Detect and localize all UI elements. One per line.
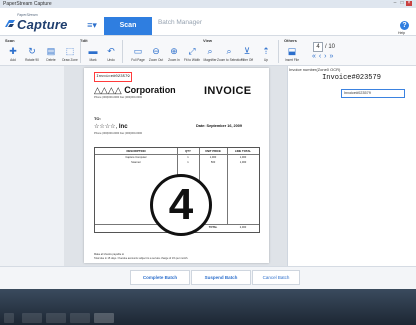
table-header: LINE TOTAL <box>234 149 252 153</box>
complete-batch-button[interactable]: Complete Batch <box>130 270 190 285</box>
table-cell: Capture Computer <box>125 156 147 159</box>
toolbar-divider <box>278 40 279 63</box>
invoice-date: Date: September 16, 2009 <box>196 124 243 128</box>
magnifier-icon: ⌕ <box>207 46 213 56</box>
up-icon: ⇡ <box>262 46 270 56</box>
fit-width-icon: ⤢ <box>188 46 196 56</box>
table-cell: 1,000 <box>209 156 217 159</box>
company-phone: Phone (000)000-0000 Fax (000)000-0000 <box>94 96 143 99</box>
ribbon-toolbar: Scan Edit View Others ✚ Add ↻ Rotate 90 … <box>0 36 416 66</box>
total-value: 2,000 <box>239 226 247 229</box>
cancel-batch-button[interactable]: Cancel Batch <box>252 270 300 285</box>
table-cell: Scanner <box>131 161 141 164</box>
group-label-edit: Edit <box>80 38 88 43</box>
payment-notes: Make all checks payable to Total due in … <box>94 253 189 260</box>
tab-scan[interactable]: Scan <box>104 17 152 35</box>
insert-file-icon: ⬓ <box>287 46 297 56</box>
rotate-icon: ↻ <box>28 46 36 56</box>
prev-page-icon[interactable]: ‹ <box>319 53 322 60</box>
page-number-input[interactable]: 4 <box>313 42 323 52</box>
taskbar-app[interactable] <box>46 313 66 323</box>
triangle-logo-icon: △△△△ <box>94 85 125 95</box>
draw-zone-button[interactable]: ⬚ Draw Zone <box>61 46 79 64</box>
document-page[interactable]: Invoice#023579 △△△△ Corporation Phone (0… <box>84 68 269 283</box>
table-header: UNIT PRICE <box>205 149 221 153</box>
customer-phone: Phone (000)000-0000 Fax (000)000-0000 <box>94 132 143 135</box>
undo-button[interactable]: ↶ Undo <box>102 46 120 64</box>
os-taskbar <box>0 289 416 325</box>
table-cell: 500 <box>210 161 216 164</box>
taskbar-app[interactable] <box>22 313 42 323</box>
first-page-icon[interactable]: « <box>312 53 316 60</box>
company-name: △△△△ Corporation <box>94 85 176 95</box>
close-icon[interactable]: × <box>406 1 412 6</box>
up-button[interactable]: ⇡ Up <box>257 46 275 64</box>
logo-mark-icon <box>5 20 15 27</box>
taskbar-app[interactable] <box>70 313 90 323</box>
last-page-icon[interactable]: » <box>329 53 333 60</box>
help-label: Help <box>398 31 406 35</box>
start-button[interactable] <box>4 313 14 323</box>
tab-batch-manager[interactable]: Batch Manager <box>156 16 204 36</box>
suspend-batch-button[interactable]: Suspend Batch <box>191 270 251 285</box>
ocr-preview: Invoice#023579 <box>322 74 381 82</box>
table-cell: 1,000 <box>239 161 247 164</box>
table-cell: 1,000 <box>239 156 247 159</box>
to-label: TO: <box>94 116 101 121</box>
undo-icon: ↶ <box>107 46 115 56</box>
invoice-title: INVOICE <box>204 85 252 97</box>
page-navigation: « ‹ › » <box>312 53 334 60</box>
system-tray <box>350 313 410 323</box>
app-header: PaperStream Capture ≡▾ Scan Batch Manage… <box>0 8 416 36</box>
zoom-selection-icon: ⌕ <box>226 46 232 56</box>
delete-icon: ▤ <box>46 46 56 56</box>
next-page-icon[interactable]: › <box>324 53 327 60</box>
zoom-out-icon: ⊖ <box>152 46 160 56</box>
minimize-icon[interactable]: – <box>392 1 398 6</box>
star-logo-icon: ☆☆☆☆, <box>94 124 119 130</box>
mark-icon: ▬ <box>88 46 98 56</box>
page-total: / 10 <box>325 44 336 50</box>
draw-zone-icon: ⬚ <box>65 46 75 56</box>
table-header: QTY <box>185 149 191 153</box>
table-cell: 1 <box>187 161 189 164</box>
filter-icon: ⊻ <box>243 46 251 56</box>
insert-file-button[interactable]: ⬓ Insert File <box>283 46 301 64</box>
toolbar-divider <box>122 40 123 63</box>
zoom-in-icon: ⊕ <box>170 46 178 56</box>
table-cell: 1 <box>187 156 189 159</box>
help-icon[interactable]: ? <box>400 21 409 30</box>
menu-icon[interactable]: ≡▾ <box>86 21 98 30</box>
full-page-icon: ▭ <box>133 46 143 56</box>
ocr-zone-highlight[interactable]: Invoice#023579 <box>94 72 132 82</box>
add-page-icon: ✚ <box>9 46 17 56</box>
invoice-number-field[interactable]: Invoice#023579 <box>341 89 405 98</box>
customer-name: ☆☆☆☆, Inc <box>94 124 128 130</box>
group-label-scan: Scan <box>5 38 15 43</box>
thumbnail-panel <box>0 66 64 266</box>
logo-text: Capture <box>17 17 68 32</box>
group-label-view: View <box>203 38 213 43</box>
maximize-icon[interactable]: □ <box>399 1 405 6</box>
taskbar-app-active[interactable] <box>94 313 114 323</box>
window-title: PaperStream Capture <box>3 1 52 7</box>
group-label-others: Others <box>284 38 297 43</box>
batch-separator-number: 4 <box>168 180 194 229</box>
table-header: DESCRIPTION <box>126 149 146 153</box>
